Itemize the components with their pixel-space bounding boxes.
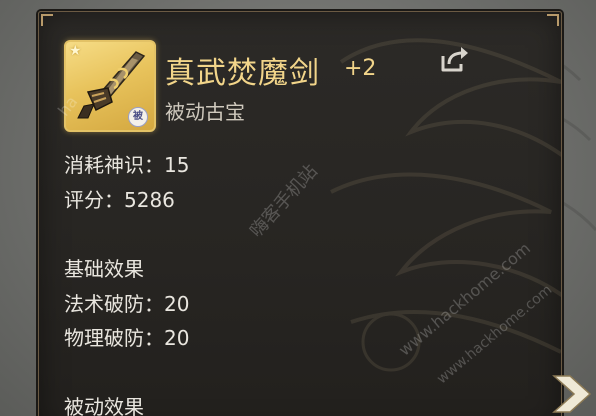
- basic-effects-title: 基础效果: [64, 257, 144, 281]
- passive-effects-title: 被动效果: [64, 395, 144, 416]
- passive-badge: 被: [128, 107, 148, 127]
- corner-ornament-right: [547, 14, 559, 26]
- effect-label: 物理破防：: [64, 326, 164, 350]
- effect-label: 法术破防：: [64, 292, 164, 316]
- effect-value: 20: [164, 326, 190, 350]
- consume-value: 15: [164, 153, 190, 177]
- score-label: 评分：: [64, 188, 124, 212]
- consume-stat: 消耗神识：15: [64, 149, 189, 178]
- item-level: +2: [344, 56, 377, 81]
- next-arrow-icon[interactable]: [548, 372, 596, 416]
- item-type: 被动古宝: [165, 100, 245, 124]
- score-stat: 评分：5286: [64, 184, 175, 213]
- share-icon[interactable]: [439, 46, 469, 74]
- basic-effect-row: 法术破防：20: [64, 288, 189, 317]
- score-value: 5286: [124, 188, 175, 212]
- item-detail-card: ★ 被 真武焚魔剑 +2 被动古宝 消耗神识：15 评分：5286 基础效果 法…: [38, 11, 562, 416]
- stage: ★ 被 真武焚魔剑 +2 被动古宝 消耗神识：15 评分：5286 基础效果 法…: [0, 0, 596, 416]
- item-icon-frame[interactable]: ★ 被: [64, 40, 156, 132]
- effect-value: 20: [164, 292, 190, 316]
- item-name: 真武焚魔剑: [165, 56, 320, 91]
- corner-ornament-left: [41, 14, 53, 26]
- basic-effect-row: 物理破防：20: [64, 322, 189, 351]
- consume-label: 消耗神识：: [64, 153, 164, 177]
